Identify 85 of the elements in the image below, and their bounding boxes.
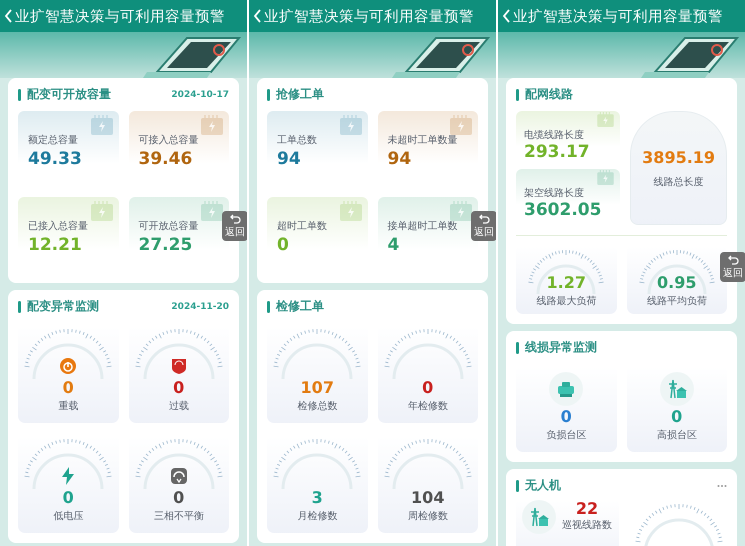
- loss-label: 高损台区: [656, 428, 697, 442]
- total-value: 3895.19: [642, 148, 716, 166]
- shield-icon: [170, 357, 187, 376]
- gauge-value: 107: [300, 379, 334, 397]
- section-title: 配网线路: [525, 86, 574, 103]
- return-icon: [230, 214, 240, 224]
- gauge-value: 1.27: [546, 274, 586, 292]
- stat-label: 已接入总容量: [28, 220, 88, 233]
- page-title: 业扩智慧决策与可利用容量预警: [264, 8, 474, 26]
- stat-label: 超时工单数: [277, 220, 327, 233]
- bolt-tag-icon: [450, 201, 472, 221]
- stat-value: 27.25: [138, 235, 192, 255]
- stat-value: 0: [277, 235, 289, 255]
- back-icon[interactable]: [4, 9, 13, 23]
- page-title: 业扩智慧决策与可利用容量预警: [15, 8, 225, 26]
- section-title: 配变可开放容量: [27, 86, 112, 103]
- meter-icon: [170, 467, 188, 486]
- gauge-label: 重载: [58, 400, 78, 413]
- bolt-tag-icon: [340, 115, 362, 135]
- stat-label: 接单超时工单数: [388, 220, 458, 233]
- return-button[interactable]: 返回: [720, 252, 745, 282]
- more-icon[interactable]: [717, 484, 727, 488]
- stat-value: 4: [388, 235, 400, 255]
- bolt-tag-icon: [201, 115, 223, 135]
- stat-value: 94: [388, 149, 412, 169]
- gauge-icon: [59, 357, 78, 376]
- section-date: 2024-11-20: [171, 302, 229, 312]
- pylon-icon: [528, 506, 550, 528]
- gauge-label: 周检修数: [408, 510, 448, 523]
- stat-value: 3602.05: [524, 200, 602, 220]
- bolt-tag-icon: [90, 115, 112, 135]
- bolt-tag-icon: [90, 201, 112, 221]
- loss-label: 负损台区: [546, 428, 586, 442]
- return-icon: [728, 254, 738, 264]
- section-title: 线损异常监测: [525, 339, 598, 356]
- gauge-label: 检修总数: [297, 400, 338, 413]
- gauge-label: 过载: [168, 400, 189, 413]
- stat-label: 架空线路长度: [524, 186, 584, 200]
- gauge-value: 0: [62, 379, 74, 397]
- gauge-label: 月检修数: [297, 510, 338, 523]
- stat-value: 12.21: [28, 235, 82, 255]
- back-icon[interactable]: [502, 9, 511, 23]
- return-icon: [478, 214, 490, 224]
- gauge-value: 0: [173, 489, 184, 507]
- stat-label: 可接入总容量: [138, 134, 198, 147]
- return-button[interactable]: 返回: [222, 211, 247, 241]
- stat-label: 电缆线路长度: [524, 128, 584, 142]
- bolt-tag-icon: [201, 201, 223, 221]
- gauge-value: 0: [62, 489, 74, 507]
- total-label: 线路总长度: [654, 176, 704, 188]
- stat-label: 工单总数: [277, 134, 317, 147]
- gauge-label: 线路平均负荷: [646, 294, 707, 308]
- stat-label: 未超时工单数量: [388, 134, 458, 147]
- section-date: 2024-10-17: [171, 90, 229, 100]
- bolt-tag-icon: [340, 201, 362, 221]
- bolt-tag-icon: [597, 170, 614, 185]
- loss-value: 0: [560, 408, 572, 426]
- drone-label: 巡视线路数: [562, 518, 612, 532]
- gauge-value: 0: [173, 379, 184, 397]
- return-button[interactable]: 返回: [471, 211, 496, 241]
- bolt-tag-icon: [450, 115, 472, 135]
- gauge-label: 低电压: [53, 510, 84, 523]
- back-icon[interactable]: [253, 9, 262, 23]
- drone-value: 22: [576, 500, 598, 518]
- section-title: 检修工单: [276, 298, 325, 315]
- stat-label: 可开放总容量: [138, 220, 198, 233]
- gauge-label: 年检修数: [408, 400, 448, 413]
- gauge-label: 线路最大负荷: [536, 294, 596, 308]
- stat-value: 39.46: [138, 149, 192, 169]
- bolt-icon: [61, 467, 76, 486]
- page-title: 业扩智慧决策与可利用容量预警: [513, 8, 723, 26]
- gauge-label: 三相不平衡: [154, 510, 204, 523]
- stat-value: 293.17: [524, 142, 590, 162]
- gauge-value: 104: [411, 489, 444, 507]
- stat-value: 94: [277, 149, 301, 169]
- bolt-tag-icon: [597, 112, 614, 127]
- stat-label: 额定总容量: [28, 134, 78, 147]
- loss-value: 0: [671, 408, 682, 426]
- stat-value: 49.33: [28, 149, 82, 169]
- section-title: 配变异常监测: [27, 298, 100, 315]
- gauge-value: 3: [312, 489, 323, 507]
- section-title: 无人机: [525, 477, 562, 494]
- section-title: 抢修工单: [276, 86, 325, 103]
- gauge-value: 0: [422, 379, 434, 397]
- gauge-value: 0.95: [657, 274, 696, 292]
